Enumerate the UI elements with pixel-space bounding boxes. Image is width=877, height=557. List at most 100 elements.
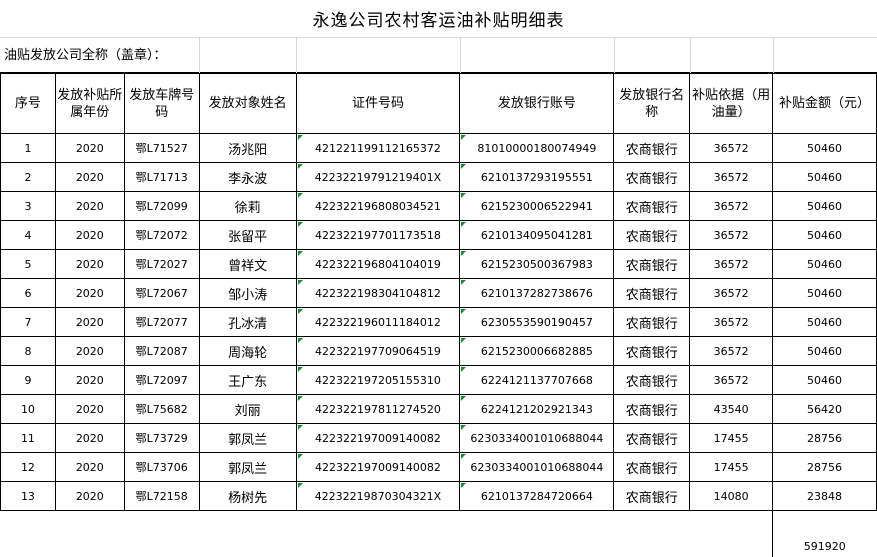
- cell-fuel[interactable]: 36572: [690, 250, 773, 279]
- cell-amount[interactable]: 50460: [773, 192, 877, 221]
- cell-account[interactable]: 6210137293195551: [460, 163, 614, 192]
- cell-fuel[interactable]: 43540: [690, 395, 773, 424]
- cell-id[interactable]: 422322196808034521: [296, 192, 460, 221]
- cell-bank[interactable]: 农商银行: [614, 395, 690, 424]
- cell-account[interactable]: 6215230500367983: [460, 250, 614, 279]
- cell-name[interactable]: 张留平: [199, 221, 296, 250]
- cell-bank[interactable]: 农商银行: [614, 221, 690, 250]
- cell-no[interactable]: 11: [1, 424, 56, 453]
- cell-fuel[interactable]: 14080: [690, 482, 773, 511]
- cell-id[interactable]: 42232219870304321X: [296, 482, 460, 511]
- cell-year[interactable]: 2020: [55, 482, 124, 511]
- cell-id[interactable]: 422322197701173518: [296, 221, 460, 250]
- cell-amount[interactable]: 28756: [773, 424, 877, 453]
- cell-name[interactable]: 邹小涛: [199, 279, 296, 308]
- cell-no[interactable]: 6: [1, 279, 56, 308]
- cell-plate[interactable]: 鄂L71713: [124, 163, 199, 192]
- cell-year[interactable]: 2020: [55, 192, 124, 221]
- cell-name[interactable]: 汤兆阳: [199, 134, 296, 163]
- cell-fuel[interactable]: 36572: [690, 192, 773, 221]
- cell-bank[interactable]: 农商银行: [614, 482, 690, 511]
- cell-plate[interactable]: 鄂L75682: [124, 395, 199, 424]
- cell-account[interactable]: 81010000180074949: [460, 134, 614, 163]
- empty-cell[interactable]: [199, 511, 296, 557]
- cell-account[interactable]: 6224121202921343: [460, 395, 614, 424]
- cell-account[interactable]: 6210137282738676: [460, 279, 614, 308]
- cell-bank[interactable]: 农商银行: [614, 134, 690, 163]
- cell-amount[interactable]: 28756: [773, 453, 877, 482]
- cell-plate[interactable]: 鄂L72158: [124, 482, 199, 511]
- cell-bank[interactable]: 农商银行: [614, 453, 690, 482]
- cell-no[interactable]: 8: [1, 337, 56, 366]
- cell-no[interactable]: 4: [1, 221, 56, 250]
- cell-id[interactable]: 422322197009140082: [296, 453, 460, 482]
- cell-plate[interactable]: 鄂L72099: [124, 192, 199, 221]
- header-id[interactable]: 证件号码: [296, 74, 460, 134]
- cell-bank[interactable]: 农商银行: [614, 424, 690, 453]
- cell-no[interactable]: 1: [1, 134, 56, 163]
- cell-account[interactable]: 6215230006522941: [460, 192, 614, 221]
- cell-name[interactable]: 孔冰清: [199, 308, 296, 337]
- cell-plate[interactable]: 鄂L72077: [124, 308, 199, 337]
- cell-account[interactable]: 6230334001010688044: [460, 424, 614, 453]
- cell-year[interactable]: 2020: [55, 250, 124, 279]
- cell-amount[interactable]: 50460: [773, 308, 877, 337]
- header-plate[interactable]: 发放车牌号码: [124, 74, 199, 134]
- cell-id[interactable]: 422322197205155310: [296, 366, 460, 395]
- cell-fuel[interactable]: 36572: [690, 308, 773, 337]
- header-name[interactable]: 发放对象姓名: [199, 74, 296, 134]
- cell-name[interactable]: 徐莉: [199, 192, 296, 221]
- cell-no[interactable]: 12: [1, 453, 56, 482]
- cell-fuel[interactable]: 36572: [690, 366, 773, 395]
- cell-amount[interactable]: 50460: [773, 134, 877, 163]
- cell-fuel[interactable]: 36572: [690, 337, 773, 366]
- total-amount[interactable]: 591920: [773, 511, 877, 557]
- empty-cell[interactable]: [55, 511, 124, 557]
- cell-id[interactable]: 422322197009140082: [296, 424, 460, 453]
- cell-account[interactable]: 6224121137707668: [460, 366, 614, 395]
- cell-amount[interactable]: 56420: [773, 395, 877, 424]
- empty-cell[interactable]: [614, 511, 690, 557]
- cell-amount[interactable]: 50460: [773, 250, 877, 279]
- cell-no[interactable]: 2: [1, 163, 56, 192]
- cell-bank[interactable]: 农商银行: [614, 250, 690, 279]
- cell-account[interactable]: 6210134095041281: [460, 221, 614, 250]
- cell-amount[interactable]: 50460: [773, 221, 877, 250]
- cell-plate[interactable]: 鄂L72067: [124, 279, 199, 308]
- cell-no[interactable]: 9: [1, 366, 56, 395]
- cell-year[interactable]: 2020: [55, 163, 124, 192]
- cell-no[interactable]: 10: [1, 395, 56, 424]
- cell-bank[interactable]: 农商银行: [614, 279, 690, 308]
- cell-fuel[interactable]: 36572: [690, 163, 773, 192]
- cell-plate[interactable]: 鄂L72087: [124, 337, 199, 366]
- cell-no[interactable]: 13: [1, 482, 56, 511]
- cell-id[interactable]: 422322196804104019: [296, 250, 460, 279]
- cell-amount[interactable]: 50460: [773, 279, 877, 308]
- cell-no[interactable]: 5: [1, 250, 56, 279]
- cell-bank[interactable]: 农商银行: [614, 366, 690, 395]
- cell-id[interactable]: 421221199112165372: [296, 134, 460, 163]
- header-fuel[interactable]: 补贴依据（用油量）: [690, 74, 773, 134]
- cell-name[interactable]: 杨树先: [199, 482, 296, 511]
- cell-account[interactable]: 6230334001010688044: [460, 453, 614, 482]
- header-no[interactable]: 序号: [1, 74, 56, 134]
- cell-name[interactable]: 刘丽: [199, 395, 296, 424]
- cell-plate[interactable]: 鄂L71527: [124, 134, 199, 163]
- cell-name[interactable]: 李永波: [199, 163, 296, 192]
- cell-year[interactable]: 2020: [55, 424, 124, 453]
- cell-no[interactable]: 3: [1, 192, 56, 221]
- header-amount[interactable]: 补贴金额（元）: [773, 74, 877, 134]
- cell-id[interactable]: 422322197811274520: [296, 395, 460, 424]
- empty-cell[interactable]: [690, 511, 773, 557]
- cell-fuel[interactable]: 17455: [690, 453, 773, 482]
- cell-year[interactable]: 2020: [55, 337, 124, 366]
- cell-name[interactable]: 曾祥文: [199, 250, 296, 279]
- cell-name[interactable]: 王广东: [199, 366, 296, 395]
- cell-year[interactable]: 2020: [55, 366, 124, 395]
- cell-fuel[interactable]: 36572: [690, 221, 773, 250]
- header-bank[interactable]: 发放银行名称: [614, 74, 690, 134]
- cell-id[interactable]: 42232219791219401X: [296, 163, 460, 192]
- header-account[interactable]: 发放银行账号: [460, 74, 614, 134]
- cell-amount[interactable]: 23848: [773, 482, 877, 511]
- cell-year[interactable]: 2020: [55, 134, 124, 163]
